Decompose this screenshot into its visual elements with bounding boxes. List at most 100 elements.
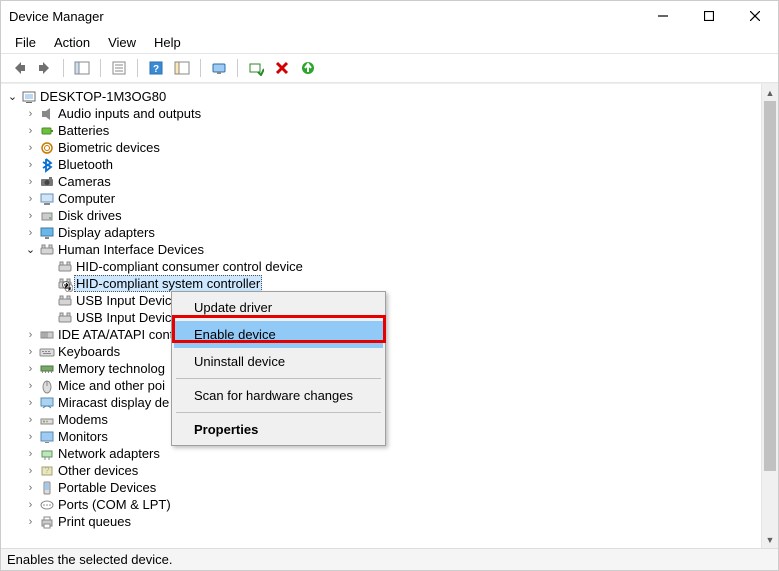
tree-category[interactable]: › Network adapters [5,445,778,462]
disable-device-button[interactable] [270,56,294,80]
tree-category[interactable]: › Cameras [5,173,778,190]
hid-icon [56,310,74,326]
tree-category[interactable]: › Bluetooth [5,156,778,173]
expand-icon[interactable]: › [23,429,38,444]
expand-icon[interactable]: › [23,497,38,512]
maximize-button[interactable] [686,1,732,31]
modem-icon [38,412,56,428]
scroll-down-arrow[interactable]: ▼ [762,531,778,548]
portable-icon [38,480,56,496]
collapse-icon[interactable]: ⌄ [5,89,20,104]
forward-button[interactable] [33,56,57,80]
expand-icon[interactable]: › [23,191,38,206]
tree-device[interactable]: USB Input Devic [5,309,778,326]
expand-icon[interactable]: › [23,106,38,121]
tree-category[interactable]: › IDE ATA/ATAPI cont [5,326,778,343]
tree-category[interactable]: › Modems [5,411,778,428]
category-label: Monitors [56,429,110,444]
vertical-scrollbar[interactable]: ▲ ▼ [761,84,778,548]
scroll-up-arrow[interactable]: ▲ [762,84,778,101]
properties-button[interactable] [107,56,131,80]
hid-icon [38,242,56,258]
ctx-properties[interactable]: Properties [174,416,383,443]
device-label: HID-compliant consumer control device [74,259,305,274]
scroll-thumb[interactable] [764,101,776,471]
tree-category[interactable]: › Audio inputs and outputs [5,105,778,122]
display-icon [38,225,56,241]
scan-hardware-button[interactable] [207,56,231,80]
tree-category[interactable]: › Ports (COM & LPT) [5,496,778,513]
category-label: Mice and other poi [56,378,167,393]
expand-icon[interactable]: › [23,395,38,410]
keyboard-icon [38,344,56,360]
category-label: Batteries [56,123,111,138]
tree-device[interactable]: HID-compliant consumer control device [5,258,778,275]
show-hide-console-tree-button[interactable] [70,56,94,80]
expand-icon[interactable]: › [23,327,38,342]
tree-category[interactable]: › Mice and other poi [5,377,778,394]
tree-device[interactable]: HID-compliant system controller [5,275,778,292]
back-button[interactable] [7,56,31,80]
tree-category[interactable]: › Miracast display de [5,394,778,411]
category-label: IDE ATA/ATAPI cont [56,327,175,342]
expand-icon[interactable]: › [23,344,38,359]
tree-category[interactable]: › Monitors [5,428,778,445]
expand-icon[interactable]: › [23,446,38,461]
expand-icon[interactable]: › [23,225,38,240]
tree-category[interactable]: ⌄ Human Interface Devices [5,241,778,258]
enable-device-button[interactable] [244,56,268,80]
hid-disabled-icon [56,276,74,292]
tree-category[interactable]: › Display adapters [5,224,778,241]
expand-icon[interactable]: › [23,361,38,376]
action-button[interactable] [170,56,194,80]
biometric-icon [38,140,56,156]
collapse-icon[interactable]: ⌄ [23,242,38,257]
help-button[interactable]: ? [144,56,168,80]
camera-icon [38,174,56,190]
context-menu: Update driver Enable device Uninstall de… [171,291,386,446]
svg-text:?: ? [153,64,159,75]
toolbar-separator [137,59,138,77]
computer-icon [38,191,56,207]
tree-category[interactable]: › Memory technolog [5,360,778,377]
expand-icon[interactable]: › [23,412,38,427]
category-label: Human Interface Devices [56,242,206,257]
window-title: Device Manager [9,9,640,24]
tree-category[interactable]: › Print queues [5,513,778,530]
tree-category[interactable]: › Keyboards [5,343,778,360]
expand-icon[interactable]: › [23,480,38,495]
menu-view[interactable]: View [100,33,144,52]
tree-category[interactable]: › Portable Devices [5,479,778,496]
expand-icon[interactable]: › [23,463,38,478]
menu-action[interactable]: Action [46,33,98,52]
close-button[interactable] [732,1,778,31]
expand-icon[interactable]: › [23,208,38,223]
menu-file[interactable]: File [7,33,44,52]
tree-category[interactable]: › Disk drives [5,207,778,224]
tree-category[interactable]: › Computer [5,190,778,207]
menu-help[interactable]: Help [146,33,189,52]
tree-root[interactable]: ⌄ DESKTOP-1M3OG80 [5,88,778,105]
tree-category[interactable]: › Other devices [5,462,778,479]
ctx-separator [176,378,381,379]
expand-icon[interactable]: › [23,514,38,529]
network-icon [38,446,56,462]
tree-category[interactable]: › Batteries [5,122,778,139]
expand-icon[interactable]: › [23,140,38,155]
print-icon [38,514,56,530]
expand-icon[interactable]: › [23,157,38,172]
device-label: USB Input Devic [74,293,173,308]
expand-icon[interactable]: › [23,123,38,138]
ctx-uninstall-device[interactable]: Uninstall device [174,348,383,375]
expand-icon[interactable]: › [23,378,38,393]
minimize-button[interactable] [640,1,686,31]
expand-icon[interactable]: › [23,174,38,189]
update-driver-button[interactable] [296,56,320,80]
device-label: HID-compliant system controller [74,275,262,292]
ctx-enable-device[interactable]: Enable device [174,321,383,348]
device-tree[interactable]: ⌄ DESKTOP-1M3OG80 › Audio inputs and out… [1,84,778,548]
tree-device[interactable]: USB Input Devic [5,292,778,309]
ctx-update-driver[interactable]: Update driver [174,294,383,321]
tree-category[interactable]: › Biometric devices [5,139,778,156]
ctx-scan-hardware[interactable]: Scan for hardware changes [174,382,383,409]
